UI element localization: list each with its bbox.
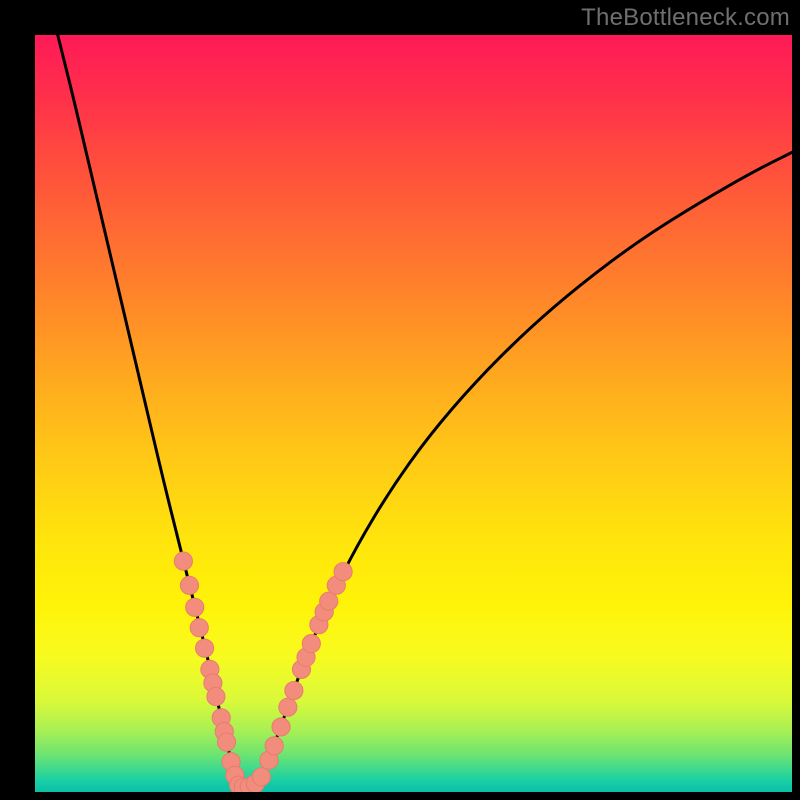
chart-frame: TheBottleneck.com	[0, 0, 800, 800]
data-marker	[180, 576, 198, 594]
data-marker	[217, 733, 235, 751]
bottleneck-curve	[58, 35, 792, 787]
data-marker	[174, 552, 192, 570]
data-marker	[195, 639, 213, 657]
data-marker	[285, 681, 303, 699]
data-marker	[252, 768, 270, 786]
plot-area	[35, 35, 792, 792]
data-marker	[302, 635, 320, 653]
curve-layer	[35, 35, 792, 792]
data-marker	[186, 598, 204, 616]
data-marker	[190, 619, 208, 637]
data-marker	[272, 718, 290, 736]
data-marker	[279, 698, 297, 716]
watermark-text: TheBottleneck.com	[581, 4, 790, 32]
data-marker	[334, 563, 352, 581]
data-marker	[320, 592, 338, 610]
data-marker	[207, 688, 225, 706]
data-marker	[265, 737, 283, 755]
